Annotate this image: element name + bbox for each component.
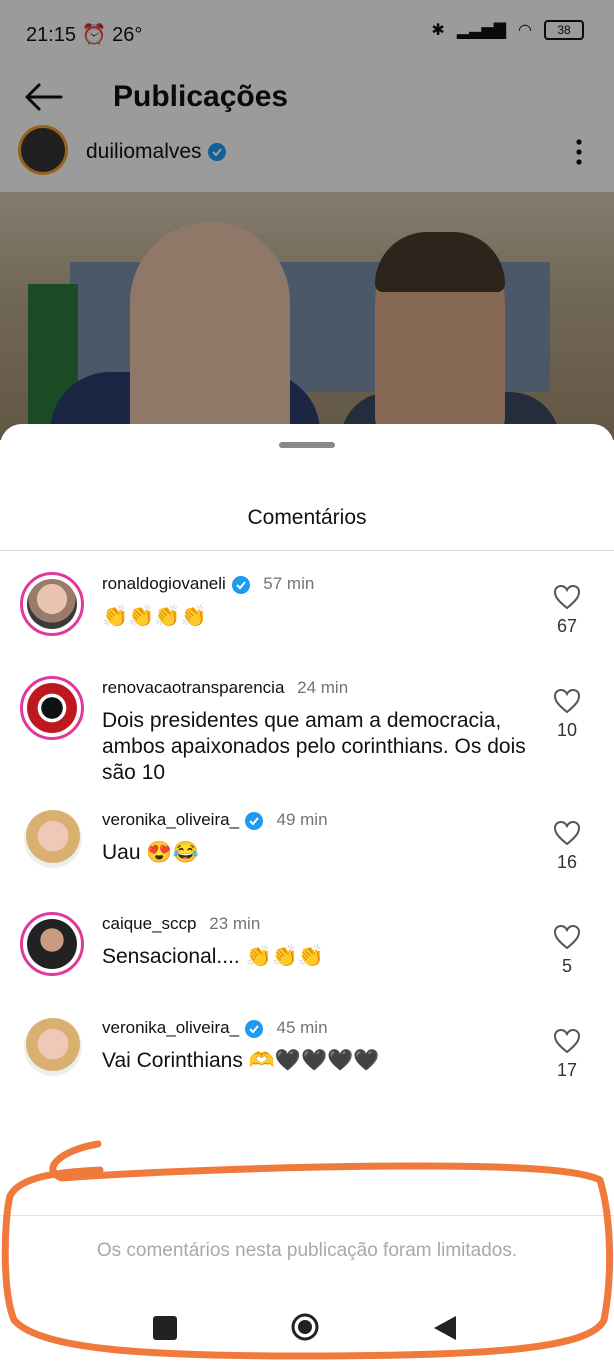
comment-username[interactable]: caique_sccp (102, 914, 197, 933)
comment-username[interactable]: veronika_oliveira_ (102, 1018, 239, 1037)
like-count: 17 (556, 1060, 578, 1080)
heart-icon[interactable] (553, 584, 581, 610)
like-count: 5 (561, 956, 572, 976)
heart-icon[interactable] (553, 820, 581, 846)
heart-icon[interactable] (553, 1028, 581, 1054)
avatar[interactable] (20, 676, 84, 740)
like-count: 10 (556, 720, 578, 740)
comment-text: Dois presidentes que amam a democracia, … (102, 709, 526, 784)
sheet-drag-handle[interactable] (279, 442, 335, 448)
comment-time: 45 min (276, 1018, 328, 1037)
divider (0, 550, 614, 551)
comments-limited-notice: Os comentários nesta publicação foram li… (96, 1240, 518, 1261)
avatar[interactable] (24, 1018, 82, 1076)
like-button[interactable]: 5 (552, 924, 582, 977)
back-triangle-icon[interactable] (432, 1314, 458, 1342)
comment-time: 23 min (209, 914, 261, 933)
comment-username[interactable]: veronika_oliveira_ (102, 810, 239, 829)
sheet-title: Comentários (247, 506, 367, 529)
verified-badge-icon (244, 1019, 263, 1038)
like-count: 16 (556, 852, 578, 872)
comment-text: Uau 😍😂 (102, 841, 199, 864)
home-icon[interactable] (290, 1312, 320, 1342)
like-button[interactable]: 67 (552, 584, 582, 637)
recent-apps-icon[interactable] (153, 1316, 177, 1340)
comment-header: ronaldogiovaneli 57 min (102, 574, 314, 595)
verified-badge-icon (231, 575, 250, 594)
comment-username[interactable]: ronaldogiovaneli (102, 574, 226, 593)
comment-time: 57 min (263, 574, 315, 593)
heart-icon[interactable] (553, 688, 581, 714)
like-button[interactable]: 10 (552, 688, 582, 741)
comment-header: caique_sccp 23 min (102, 914, 260, 934)
comment-text: 👏👏👏👏 (102, 605, 207, 628)
comment-header: veronika_oliveira_ 49 min (102, 810, 328, 831)
comment-text: Sensacional.... 👏👏👏 (102, 945, 325, 968)
heart-icon[interactable] (553, 924, 581, 950)
avatar[interactable] (24, 810, 82, 868)
sheet-overlay-dim[interactable] (0, 0, 614, 440)
divider (0, 1215, 614, 1216)
verified-badge-icon (244, 811, 263, 830)
comment-username[interactable]: renovacaotransparencia (102, 678, 284, 697)
like-button[interactable]: 17 (552, 1028, 582, 1081)
comment-header: renovacaotransparencia 24 min (102, 678, 348, 698)
comment-time: 24 min (297, 678, 349, 697)
avatar[interactable] (20, 912, 84, 976)
system-nav-bar (0, 1308, 614, 1364)
comment-time: 49 min (276, 810, 328, 829)
avatar[interactable] (20, 572, 84, 636)
comment-header: veronika_oliveira_ 45 min (102, 1018, 328, 1039)
like-button[interactable]: 16 (552, 820, 582, 873)
comment-text: Vai Corinthians 🫶🖤🖤🖤🖤 (102, 1049, 380, 1072)
comments-sheet: Comentários ronaldogiovaneli 57 min 👏👏👏👏… (0, 424, 614, 1364)
background-post-screen: 21:15 ⏰ 26° ✱ ▂▃▅▇ ◠ 38 Publicações duil… (0, 0, 614, 440)
like-count: 67 (556, 616, 578, 636)
